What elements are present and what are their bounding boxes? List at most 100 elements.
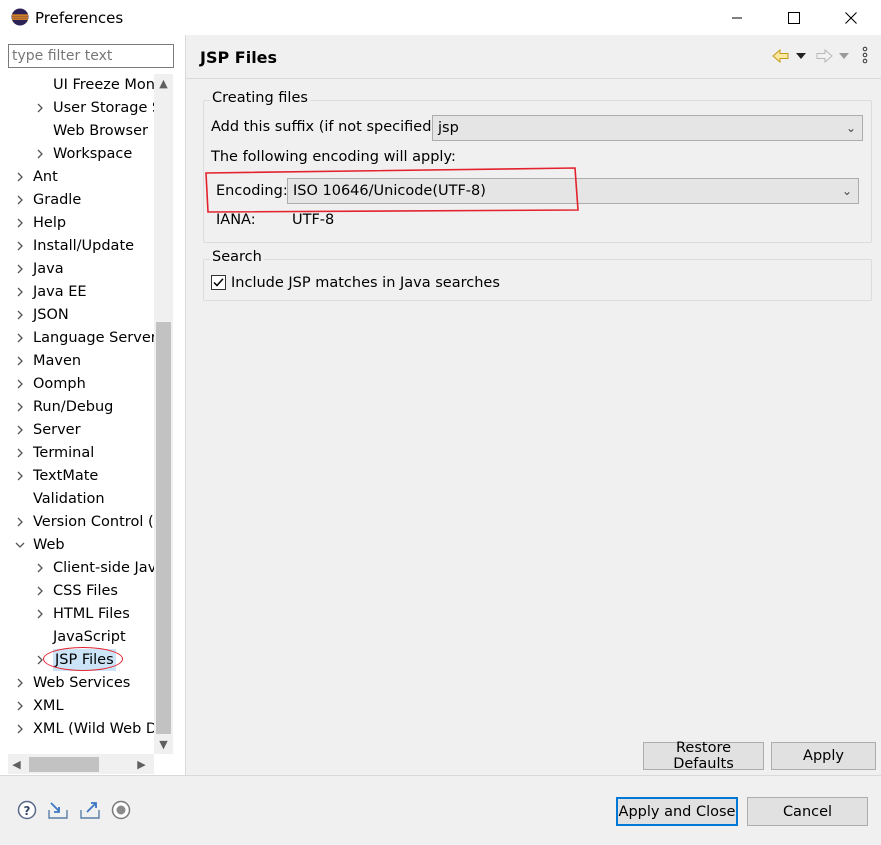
chevron-right-icon[interactable] xyxy=(14,212,26,234)
tree-item-label: JSON xyxy=(33,307,69,323)
import-icon[interactable] xyxy=(47,800,69,820)
chevron-right-icon[interactable] xyxy=(34,143,46,165)
title-separator xyxy=(186,78,881,79)
tree-item-label: UI Freeze Mon xyxy=(53,77,154,93)
minimize-button[interactable] xyxy=(714,0,760,35)
tree-item[interactable]: JSON xyxy=(8,304,154,326)
chevron-right-icon[interactable] xyxy=(14,350,26,372)
tree-item-label: TextMate xyxy=(33,468,99,484)
chevron-right-icon[interactable] xyxy=(14,281,26,303)
tree-item[interactable]: Oomph xyxy=(8,373,154,395)
close-button[interactable] xyxy=(828,0,874,35)
export-icon[interactable] xyxy=(79,800,101,820)
scroll-right-icon[interactable]: ▶ xyxy=(133,756,150,773)
chevron-right-icon[interactable] xyxy=(14,258,26,280)
tree-item[interactable]: Maven xyxy=(8,350,154,372)
vertical-scroll-thumb[interactable] xyxy=(156,322,171,734)
chevron-right-icon[interactable] xyxy=(14,672,26,694)
back-arrow-icon[interactable] xyxy=(772,48,790,64)
help-icon[interactable]: ? xyxy=(17,800,37,820)
tree-item[interactable]: Gradle xyxy=(8,189,154,211)
chevron-right-icon[interactable] xyxy=(14,695,26,717)
scroll-left-icon[interactable]: ◀ xyxy=(8,756,25,773)
chevron-right-icon[interactable] xyxy=(34,580,46,602)
tree-item[interactable]: Web xyxy=(8,534,154,556)
chevron-right-icon[interactable] xyxy=(34,97,46,119)
include-jsp-label[interactable]: Include JSP matches in Java searches xyxy=(231,275,500,291)
tree-item[interactable]: Ant xyxy=(8,166,154,188)
tree-item[interactable]: Java EE xyxy=(8,281,154,303)
tree-item[interactable]: Language Servers xyxy=(8,327,154,349)
apply-button[interactable]: Apply xyxy=(771,742,876,770)
chevron-right-icon[interactable] xyxy=(14,718,26,740)
tree-item[interactable]: Web Browser xyxy=(8,120,154,142)
checkmark-icon xyxy=(213,278,224,287)
tree-item[interactable]: Java xyxy=(8,258,154,280)
tree-item[interactable]: Validation xyxy=(8,488,154,510)
eclipse-icon xyxy=(11,8,29,26)
chevron-right-icon[interactable] xyxy=(14,511,26,533)
forward-arrow-icon[interactable] xyxy=(815,48,833,64)
tree-item-label: Web xyxy=(33,537,65,553)
chevron-right-icon[interactable] xyxy=(14,189,26,211)
back-menu-icon[interactable] xyxy=(796,52,806,60)
scroll-down-icon[interactable]: ▼ xyxy=(154,736,173,753)
tree-item[interactable]: TextMate xyxy=(8,465,154,487)
apply-and-close-button[interactable]: Apply and Close xyxy=(616,797,738,826)
chevron-right-icon[interactable] xyxy=(14,327,26,349)
include-jsp-checkbox[interactable] xyxy=(211,275,226,290)
tree-item[interactable]: JavaScript xyxy=(8,626,154,648)
chevron-right-icon[interactable] xyxy=(14,442,26,464)
chevron-down-icon: ⌄ xyxy=(841,184,852,198)
tree-item[interactable]: Server xyxy=(8,419,154,441)
restore-defaults-button[interactable]: Restore Defaults xyxy=(643,740,764,772)
tree-item[interactable]: Help xyxy=(8,212,154,234)
horizontal-scroll-thumb[interactable] xyxy=(29,757,99,772)
tree-item-label: HTML Files xyxy=(53,606,130,622)
chevron-right-icon[interactable] xyxy=(14,166,26,188)
tree-item[interactable]: UI Freeze Mon xyxy=(8,74,154,96)
tree-item-label: Client-side Java xyxy=(53,560,154,576)
tree-item[interactable]: Client-side Java xyxy=(8,557,154,579)
filter-input[interactable] xyxy=(8,44,174,68)
tree-item[interactable]: Version Control ( xyxy=(8,511,154,533)
tree-item-label: Gradle xyxy=(33,192,82,208)
tree-item[interactable]: Workspace xyxy=(8,143,154,165)
maximize-button[interactable] xyxy=(771,0,817,35)
chevron-right-icon[interactable] xyxy=(34,603,46,625)
chevron-right-icon[interactable] xyxy=(14,465,26,487)
tree-item[interactable]: HTML Files xyxy=(8,603,154,625)
tree-item[interactable]: Terminal xyxy=(8,442,154,464)
tree-item[interactable]: Install/Update xyxy=(8,235,154,257)
chevron-right-icon[interactable] xyxy=(14,396,26,418)
chevron-right-icon[interactable] xyxy=(14,373,26,395)
chevron-right-icon[interactable] xyxy=(14,419,26,441)
tree-item-label: Web Services xyxy=(33,675,131,691)
record-icon[interactable] xyxy=(111,800,131,820)
page-title: JSP Files xyxy=(200,48,278,67)
cancel-button[interactable]: Cancel xyxy=(747,797,868,826)
preference-tree[interactable]: UI Freeze Mon User Storage S Web Browser Wo… xyxy=(8,74,154,754)
tree-item[interactable]: XML xyxy=(8,695,154,717)
chevron-down-icon[interactable] xyxy=(14,534,26,556)
tree-item-label: Server xyxy=(33,422,81,438)
chevron-right-icon[interactable] xyxy=(14,304,26,326)
forward-menu-icon[interactable] xyxy=(839,52,849,60)
chevron-right-icon[interactable] xyxy=(14,235,26,257)
view-menu-icon[interactable] xyxy=(861,46,869,64)
tree-item[interactable]: CSS Files xyxy=(8,580,154,602)
tree-item[interactable]: User Storage S xyxy=(8,97,154,119)
suffix-label: Add this suffix (if not specified): xyxy=(211,119,442,135)
suffix-combo[interactable]: jsp ⌄ xyxy=(432,115,863,141)
tree-item[interactable]: Run/Debug xyxy=(8,396,154,418)
chevron-right-icon[interactable] xyxy=(34,557,46,579)
tree-item-label: Help xyxy=(33,215,67,231)
tree-item-label: Ant xyxy=(33,169,58,185)
minimize-icon xyxy=(732,17,742,18)
tree-item-label: Install/Update xyxy=(33,238,135,254)
scroll-up-icon[interactable]: ▲ xyxy=(154,75,173,92)
tree-item[interactable]: Web Services xyxy=(8,672,154,694)
tree-item-label: Version Control ( xyxy=(33,514,154,530)
tree-item[interactable]: XML (Wild Web D xyxy=(8,718,154,740)
tree-item[interactable]: JSP Files xyxy=(8,647,154,671)
